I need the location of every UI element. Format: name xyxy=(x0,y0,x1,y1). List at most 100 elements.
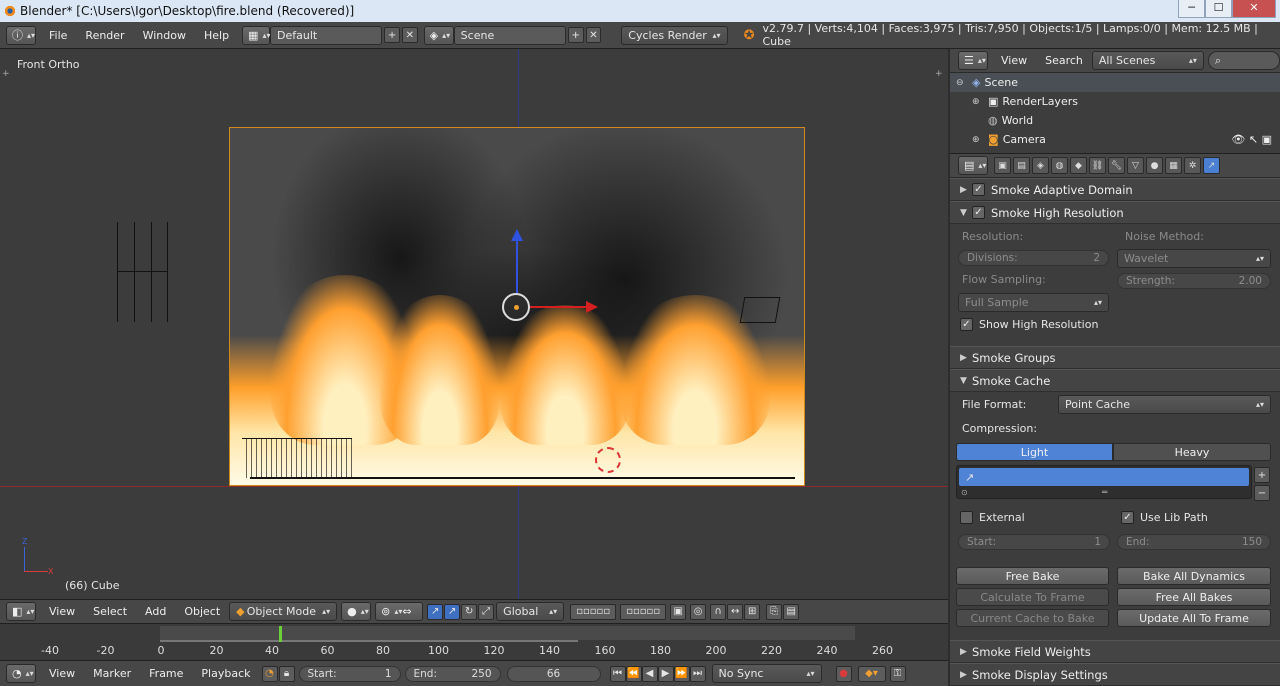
calculate-to-frame-button[interactable]: Calculate To Frame xyxy=(956,588,1109,606)
render-tab-icon[interactable]: ▣ xyxy=(994,157,1011,174)
add-cache-button[interactable]: + xyxy=(1254,467,1270,483)
constraints-tab-icon[interactable]: ⛓ xyxy=(1089,157,1106,174)
adaptive-domain-checkbox[interactable]: ✓ xyxy=(972,183,985,196)
show-highres-checkbox[interactable]: ✓ xyxy=(960,318,973,331)
expand-icon[interactable]: ⊕ xyxy=(972,97,984,107)
end-frame-field[interactable]: End: 250 xyxy=(404,665,501,682)
tl-menu-view[interactable]: View xyxy=(40,667,84,680)
compression-heavy-button[interactable]: Heavy xyxy=(1113,443,1271,461)
data-tab-icon[interactable]: ▽ xyxy=(1127,157,1144,174)
region-plus-icon-right[interactable]: + xyxy=(935,69,943,79)
object-origin[interactable] xyxy=(502,293,530,321)
sync-dropdown[interactable]: No Sync ▴▾ xyxy=(711,664,822,683)
manipulator-toggle-icon[interactable]: ↗ xyxy=(427,603,444,620)
close-button[interactable]: ✕ xyxy=(1232,0,1276,18)
physics-tab-icon[interactable]: ↗ xyxy=(1203,157,1220,174)
opengl-render-icon[interactable]: ⎘ xyxy=(766,603,783,620)
particles-tab-icon[interactable]: ✲ xyxy=(1184,157,1201,174)
scene-field[interactable]: Scene xyxy=(453,25,566,45)
outliner[interactable]: ☰ ▴▾ View Search All Scenes ▴▾ ⌕ ⊖ ◈ Scene ⊕… xyxy=(950,49,1280,153)
lock-icon[interactable]: 🔒︎ xyxy=(278,665,295,682)
x-arrow-head[interactable] xyxy=(586,301,598,313)
orientation-dropdown[interactable]: Global ▴▾ xyxy=(496,602,565,621)
proportional-edit-icon[interactable]: ◎ xyxy=(690,603,707,620)
screen-layout-button[interactable]: ▦ ▴▾ xyxy=(242,25,270,45)
play-icon[interactable]: ▶ xyxy=(657,665,674,682)
editor-type-button[interactable]: ⓘ ▴▾ xyxy=(6,25,36,45)
local-layer-icon[interactable]: ▣ xyxy=(670,603,687,620)
outliner-filter-dropdown[interactable]: All Scenes ▴▾ xyxy=(1091,51,1204,70)
menu-window[interactable]: Window xyxy=(134,29,195,42)
smoke-cache-panel[interactable]: ▼ Smoke Cache xyxy=(950,369,1280,392)
object-tab-icon[interactable]: ◆ xyxy=(1070,157,1087,174)
show-highres-row[interactable]: ✓ Show High Resolution xyxy=(960,318,1098,331)
visibility-eye-icon[interactable]: 👁︎ ↖ ▣ xyxy=(1231,133,1272,146)
external-checkbox[interactable] xyxy=(960,511,973,524)
menu-help[interactable]: Help xyxy=(195,29,238,42)
snap-target-icon[interactable]: ⊞ xyxy=(744,603,761,620)
playhead[interactable] xyxy=(279,626,283,642)
timeline-editor[interactable]: -40 -20 0 20 40 60 80 100 120 140 160 180 200 220 240 2… xyxy=(0,623,948,660)
use-lib-path-checkbox[interactable]: ✓ xyxy=(1121,511,1134,524)
cache-start-field[interactable]: Start: 1 xyxy=(958,534,1110,550)
render-engine-dropdown[interactable]: Cycles Render ▴▾ xyxy=(621,25,728,45)
bake-all-dynamics-button[interactable]: Bake All Dynamics xyxy=(1117,567,1271,585)
minimize-button[interactable]: ─ xyxy=(1178,0,1205,18)
preview-range-icon[interactable]: ◔ xyxy=(261,665,278,682)
wire-object[interactable] xyxy=(117,222,168,322)
properties-editor-type[interactable]: ▤ ▴▾ xyxy=(958,156,988,175)
menu-view[interactable]: View xyxy=(40,605,84,618)
record-icon[interactable]: ● xyxy=(835,665,852,682)
renderlayer-tab-icon[interactable]: ▤ xyxy=(1013,157,1030,174)
texture-tab-icon[interactable]: ▦ xyxy=(1165,157,1182,174)
list-resize-handle[interactable]: ═ xyxy=(1102,488,1107,498)
menu-add[interactable]: Add xyxy=(136,605,175,618)
layer-buttons-a[interactable]: ▫▫▫▫▫ xyxy=(570,603,617,620)
strength-field[interactable]: Strength: 2.00 xyxy=(1117,273,1271,289)
update-all-to-frame-button[interactable]: Update All To Frame xyxy=(1117,609,1271,627)
menu-object[interactable]: Object xyxy=(175,605,229,618)
free-all-bakes-button[interactable]: Free All Bakes xyxy=(1117,588,1271,606)
z-arrow-head[interactable] xyxy=(511,229,523,241)
z-manipulator-arrow[interactable] xyxy=(516,235,518,293)
field-weights-panel[interactable]: ▶ Smoke Field Weights xyxy=(950,640,1280,663)
divisions-field[interactable]: Divisions: 2 xyxy=(958,250,1109,266)
smoke-groups-panel[interactable]: ▶ Smoke Groups xyxy=(950,346,1280,369)
keying-set-icon[interactable]: ◆▾ xyxy=(857,665,886,682)
timeline-editor-type[interactable]: ◔ ▴▾ xyxy=(6,664,36,683)
scene-tab-icon[interactable]: ◈ xyxy=(1032,157,1049,174)
snap-magnet-icon[interactable]: ∩ xyxy=(710,603,727,620)
cache-list[interactable]: ↗ ⊙ ═ xyxy=(956,465,1252,499)
current-frame-field[interactable]: 66 xyxy=(506,665,601,682)
remove-cache-button[interactable]: − xyxy=(1254,485,1270,501)
display-settings-panel[interactable]: ▶ Smoke Display Settings xyxy=(950,663,1280,686)
outliner-item-camera[interactable]: ⊕ ◙ Camera 👁︎ ↖ ▣ xyxy=(950,130,1280,149)
cache-end-field[interactable]: End: 150 xyxy=(1117,534,1271,550)
adaptive-domain-panel[interactable]: ▶ ✓ Smoke Adaptive Domain xyxy=(950,178,1280,201)
free-bake-button[interactable]: Free Bake xyxy=(956,567,1109,585)
high-resolution-checkbox[interactable]: ✓ xyxy=(972,206,985,219)
pivot-dropdown[interactable]: ⊚ ▴▾ ⇔ xyxy=(375,602,424,621)
outliner-menu-view[interactable]: View xyxy=(992,54,1036,67)
collapse-icon[interactable]: ⊖ xyxy=(956,78,968,88)
list-filter-icon[interactable]: ⊙ xyxy=(961,488,968,497)
compression-light-button[interactable]: Light xyxy=(956,443,1113,461)
remove-scene-button[interactable]: ✕ xyxy=(585,27,602,43)
snap-element-icon[interactable]: ↔ xyxy=(727,603,744,620)
jump-start-icon[interactable]: ⏮ xyxy=(609,665,626,682)
tl-menu-frame[interactable]: Frame xyxy=(140,667,192,680)
cache-list-item[interactable]: ↗ xyxy=(959,468,1249,486)
noise-method-dropdown[interactable]: Wavelet ▴▾ xyxy=(1117,249,1271,268)
jump-keyframe-forward-icon[interactable]: ⏩ xyxy=(673,665,690,682)
x-manipulator-arrow[interactable] xyxy=(530,306,588,308)
flow-sampling-dropdown[interactable]: Full Sample ▴▾ xyxy=(958,293,1109,312)
menu-file[interactable]: File xyxy=(40,29,76,42)
keyframe-insert-icon[interactable]: ⚿ xyxy=(889,665,906,682)
play-reverse-icon[interactable]: ◀ xyxy=(641,665,658,682)
emitter-mesh[interactable] xyxy=(242,438,352,478)
use-lib-path-row[interactable]: ✓ Use Lib Path xyxy=(1121,511,1208,524)
modifiers-tab-icon[interactable]: 🔧︎ xyxy=(1108,157,1125,174)
file-format-dropdown[interactable]: Point Cache ▴▾ xyxy=(1058,395,1271,414)
mode-dropdown[interactable]: ◆ Object Mode ▴▾ xyxy=(229,602,338,621)
jump-keyframe-back-icon[interactable]: ⏪ xyxy=(625,665,642,682)
